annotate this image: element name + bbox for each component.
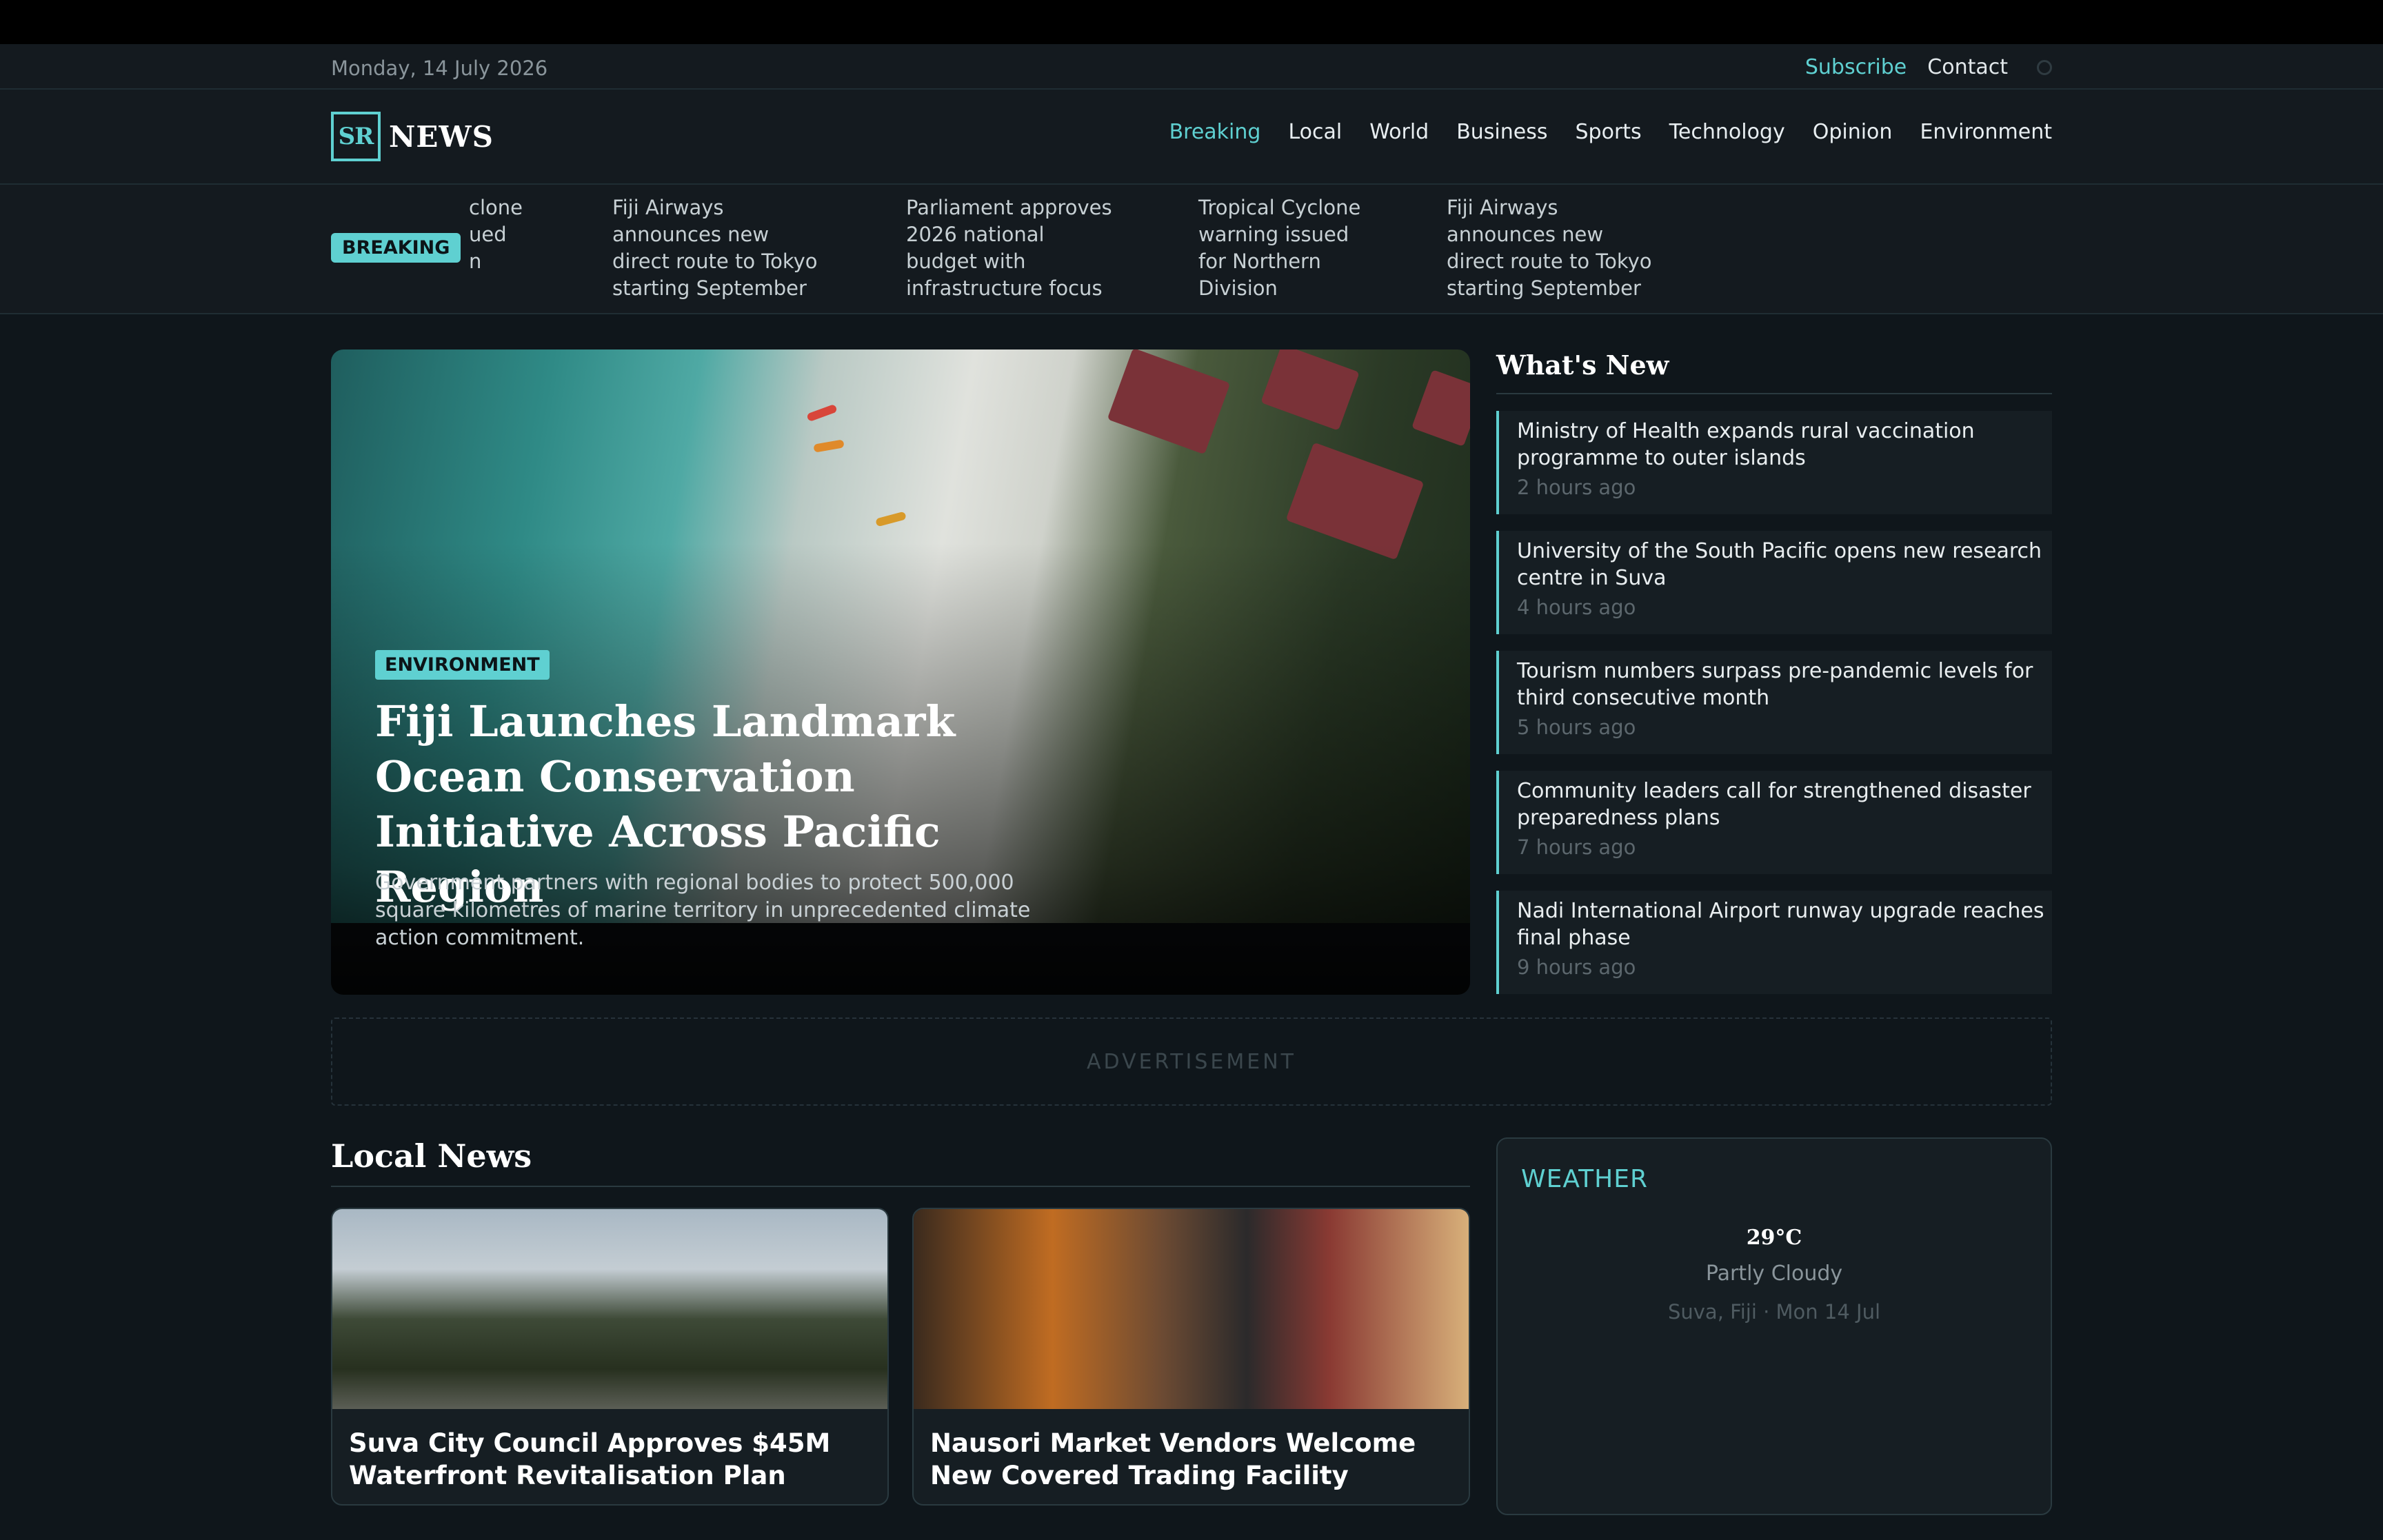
ticker-item[interactable]: Fiji Airways announces new direct route … [1447,194,1652,302]
advertisement-slot[interactable]: ADVERTISEMENT [331,1017,2052,1106]
logo-mark: SR [331,112,381,161]
site-logo[interactable]: SR NEWS [331,112,494,161]
weather-temperature: 29°C [1746,1226,1802,1250]
news-item-title: Ministry of Health expands rural vaccina… [1517,419,1975,470]
card-title: Nausori Market Vendors Welcome New Cover… [930,1428,1416,1490]
contact-link[interactable]: Contact [1927,55,2008,79]
news-list-item[interactable]: Nadi International Airport runway upgrad… [1496,891,2052,994]
card-title: Suva City Council Approves $45M Waterfro… [349,1428,831,1490]
nav-item-environment[interactable]: Environment [1920,120,2052,144]
nav-item-business[interactable]: Business [1456,120,1547,144]
browser-top-bar [0,0,2383,44]
section-title: Local News [331,1137,1470,1187]
news-list-item[interactable]: Community leaders call for strengthened … [1496,771,2052,874]
nav-item-technology[interactable]: Technology [1669,120,1785,144]
news-item-title: University of the South Pacific opens ne… [1517,539,2042,590]
news-list-item[interactable]: Ministry of Health expands rural vaccina… [1496,411,2052,514]
nav-item-sports[interactable]: Sports [1576,120,1642,144]
news-item-time: 5 hours ago [1517,716,1636,739]
nav-item-local[interactable]: Local [1288,120,1342,144]
card-image [914,1209,1469,1409]
news-item-time: 9 hours ago [1517,955,1636,979]
ticker-item[interactable]: Parliament approves 2026 national budget… [906,194,1112,302]
breaking-badge: BREAKING [331,233,461,263]
local-news-section: Local News Suva City Council Approves $4… [331,1137,1470,1506]
weather-title: WEATHER [1521,1165,1648,1193]
news-list-item[interactable]: University of the South Pacific opens ne… [1496,531,2052,634]
news-list-item[interactable]: Tourism numbers surpass pre-pandemic lev… [1496,651,2052,754]
weather-widget: WEATHER 29°C Partly Cloudy Suva, Fiji · … [1496,1137,2052,1515]
news-item-time: 7 hours ago [1517,835,1636,859]
ticker-item[interactable]: clone ued n [469,194,523,275]
section-title: What's New [1496,349,2052,394]
search-icon[interactable] [2037,59,2052,75]
utility-bar: Monday, 14 July 2026 Subscribe Contact [0,44,2383,90]
category-badge[interactable]: ENVIRONMENT [375,650,550,680]
news-card[interactable]: Nausori Market Vendors Welcome New Cover… [912,1208,1470,1506]
news-item-title: Tourism numbers surpass pre-pandemic lev… [1517,659,2033,710]
news-item-title: Community leaders call for strengthened … [1517,779,2031,830]
hero-summary: Government partners with regional bodies… [375,871,1031,950]
news-item-title: Nadi International Airport runway upgrad… [1517,899,2044,950]
news-card[interactable]: Suva City Council Approves $45M Waterfro… [331,1208,889,1506]
nav-item-breaking[interactable]: Breaking [1169,120,1261,144]
logo-text: NEWS [389,119,494,154]
current-date: Monday, 14 July 2026 [331,57,548,80]
hero-story[interactable]: ENVIRONMENT Fiji Launches Landmark Ocean… [331,349,1470,995]
main-navigation: SR NEWS Breaking Local World Business Sp… [0,90,2383,185]
ticker-item[interactable]: Fiji Airways announces new direct route … [612,194,818,302]
weather-condition: Partly Cloudy [1705,1262,1843,1286]
nav-menu: Breaking Local World Business Sports Tec… [1169,120,2052,144]
news-item-time: 2 hours ago [1517,476,1636,499]
breaking-ticker: BREAKING clone ued n Fiji Airways announ… [0,185,2383,314]
whats-new-sidebar: What's New Ministry of Health expands ru… [1496,349,2052,994]
nav-item-opinion[interactable]: Opinion [1813,120,1893,144]
news-item-time: 4 hours ago [1517,596,1636,619]
ticker-item[interactable]: Tropical Cyclone warning issued for Nort… [1198,194,1360,302]
card-image [332,1209,887,1409]
nav-item-world[interactable]: World [1369,120,1429,144]
weather-location: Suva, Fiji · Mon 14 Jul [1667,1300,1881,1324]
subscribe-link[interactable]: Subscribe [1805,55,1907,79]
